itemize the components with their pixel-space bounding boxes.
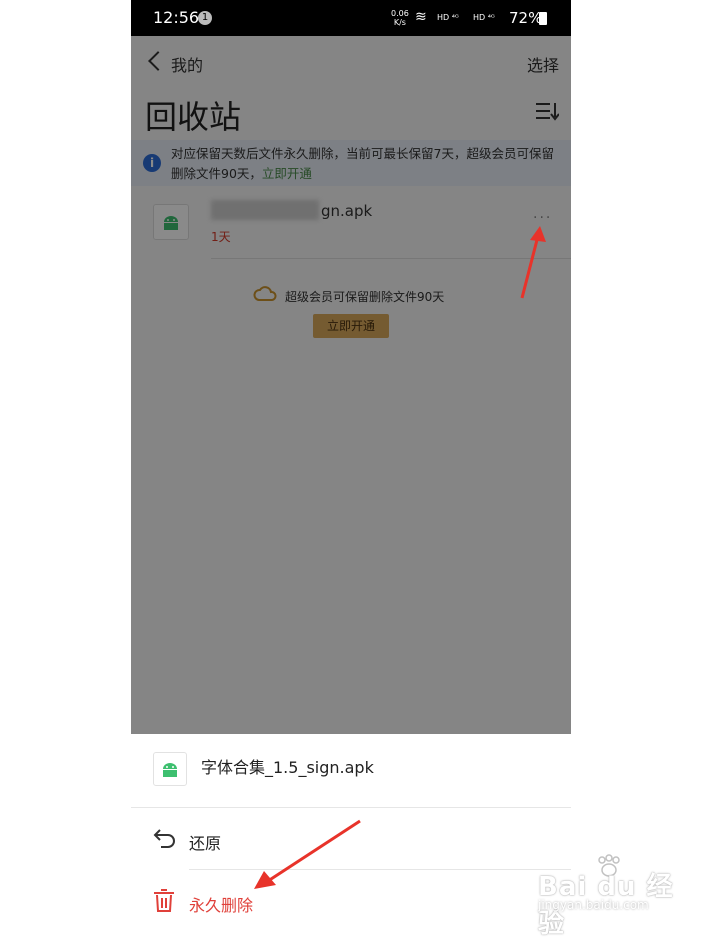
delete-label: 永久删除: [189, 896, 254, 915]
speed-value: 0.06: [391, 9, 409, 18]
undo-icon: [153, 829, 175, 848]
speed-unit: K/s: [393, 18, 406, 27]
battery-level: 72%: [509, 9, 543, 27]
status-bar: 12:56 1 0.06 K/s ≋ HD ⁴ᴳ HD ⁴ᴳ 72%: [131, 0, 571, 36]
trash-icon: [154, 889, 174, 912]
notification-badge: 1: [198, 11, 212, 25]
baidu-watermark: Bai du 经验 jingyan.baidu.com: [536, 850, 696, 939]
annotation-arrow-icon: [520, 226, 546, 299]
watermark-url: jingyan.baidu.com: [538, 898, 649, 912]
status-time: 12:56: [153, 8, 200, 27]
phone-screen: 12:56 1 0.06 K/s ≋ HD ⁴ᴳ HD ⁴ᴳ 72% 我的 选择…: [131, 0, 571, 930]
annotation-arrow-icon: [254, 819, 361, 889]
sheet-file-thumbnail: [153, 752, 187, 786]
sheet-file-name: 字体合集_1.5_sign.apk: [201, 758, 374, 777]
restore-label: 还原: [189, 834, 222, 853]
android-apk-icon: [163, 763, 177, 777]
network-speed: 0.06 K/s: [391, 9, 409, 27]
wifi-icon: ≋: [415, 9, 427, 25]
signal-icon-2: HD ⁴ᴳ: [473, 13, 495, 22]
signal-icon-1: HD ⁴ᴳ: [437, 13, 459, 22]
battery-icon: [539, 12, 547, 25]
modal-overlay[interactable]: [131, 36, 571, 734]
